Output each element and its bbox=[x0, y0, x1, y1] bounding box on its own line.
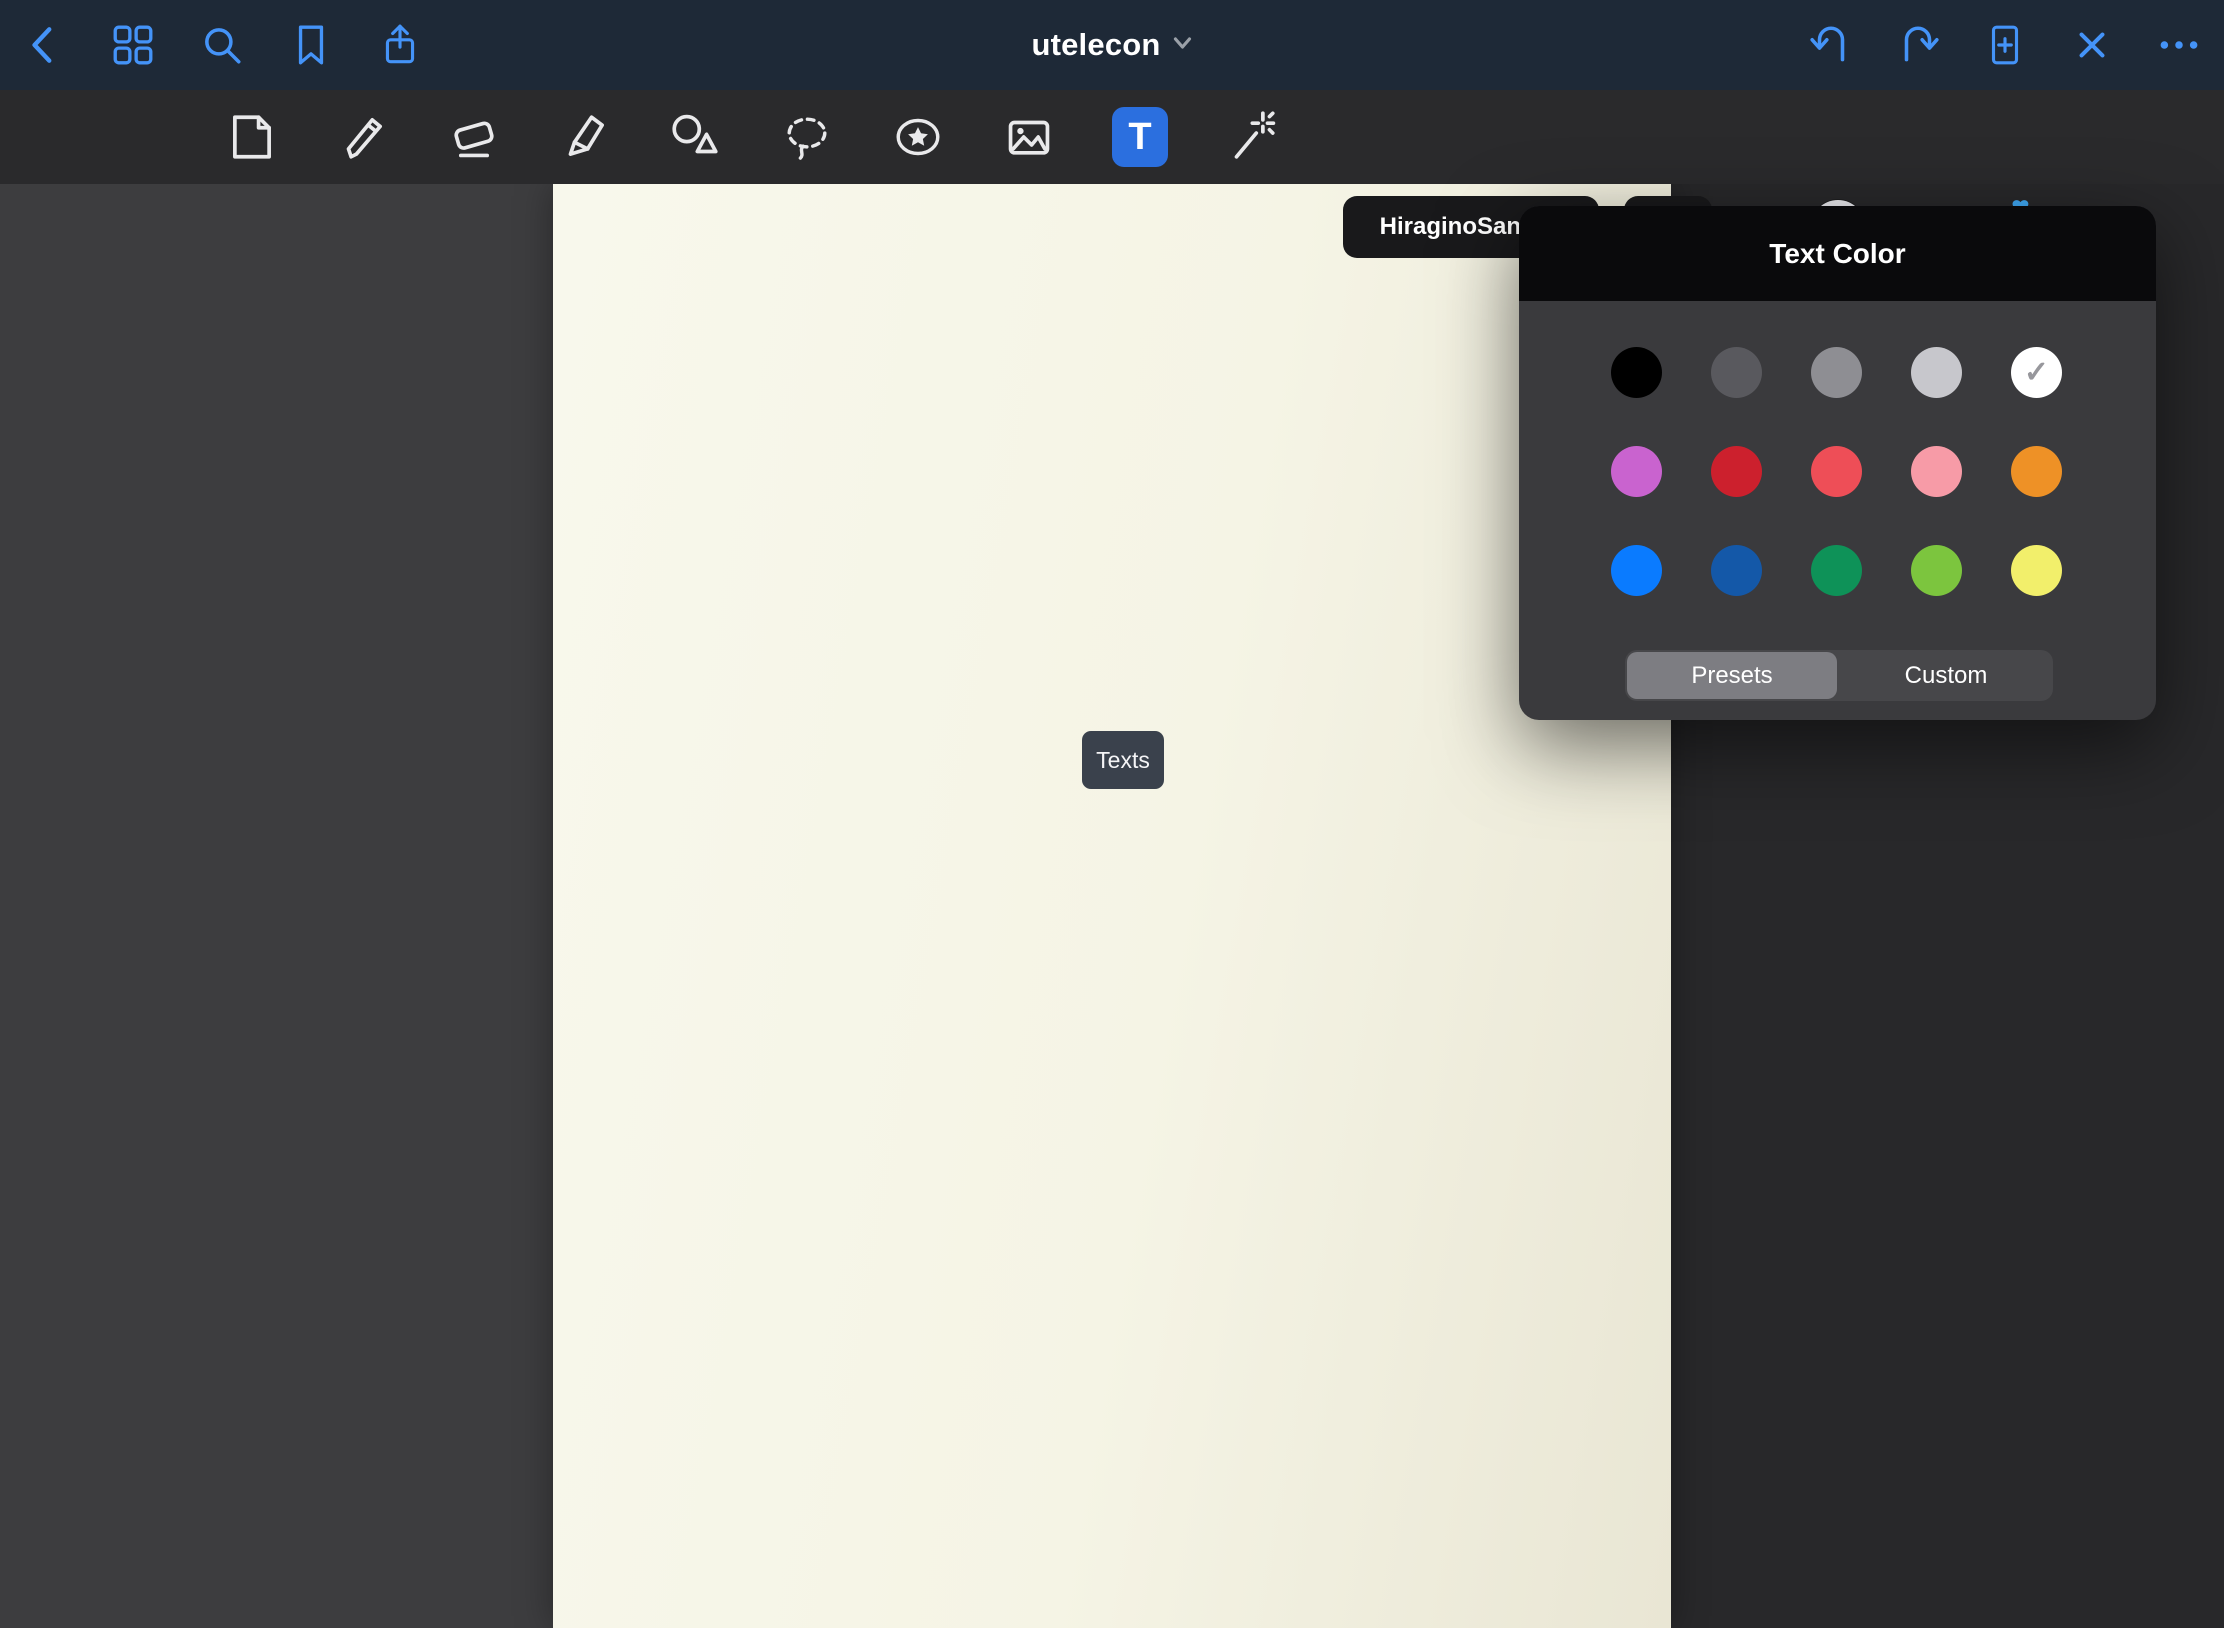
undo-button[interactable] bbox=[1807, 21, 1855, 69]
selected-check-icon: ✓ bbox=[2024, 358, 2049, 388]
swatch-pink[interactable] bbox=[1911, 446, 1962, 497]
document-tool-icon bbox=[223, 108, 281, 166]
bookmark-icon bbox=[288, 22, 334, 68]
nav-right-group bbox=[1807, 0, 2203, 90]
document-title: utelecon bbox=[1031, 27, 1160, 63]
laser-pointer-tool-button[interactable] bbox=[1223, 90, 1279, 184]
tool-group: T bbox=[224, 90, 1279, 184]
back-button[interactable] bbox=[20, 21, 68, 69]
swatch-row bbox=[1611, 545, 2062, 596]
pen-tool-button[interactable] bbox=[335, 90, 391, 184]
swatch-blue[interactable] bbox=[1611, 545, 1662, 596]
top-navigation-bar: utelecon bbox=[0, 0, 2224, 90]
swatch-grid: ✓ bbox=[1611, 347, 2062, 596]
popover-title: Text Color bbox=[1769, 238, 1905, 270]
bookmark-button[interactable] bbox=[287, 21, 335, 69]
shapes-tool-icon bbox=[667, 108, 725, 166]
swatch-dark-red[interactable] bbox=[1711, 446, 1762, 497]
text-tool-button[interactable]: T bbox=[1112, 90, 1168, 184]
title-chevron-down-icon bbox=[1173, 36, 1193, 55]
redo-button[interactable] bbox=[1894, 21, 1942, 69]
swatch-gray[interactable] bbox=[1811, 347, 1862, 398]
swatch-dark-gray[interactable] bbox=[1711, 347, 1762, 398]
lasso-tool-button[interactable] bbox=[779, 90, 835, 184]
lasso-tool-icon bbox=[778, 108, 836, 166]
more-ellipsis-icon bbox=[2156, 22, 2202, 68]
swatch-white[interactable]: ✓ bbox=[2011, 347, 2062, 398]
swatch-dark-blue[interactable] bbox=[1711, 545, 1762, 596]
swatch-red[interactable] bbox=[1811, 446, 1862, 497]
highlighter-tool-button[interactable] bbox=[557, 90, 613, 184]
eraser-tool-icon bbox=[445, 108, 503, 166]
redo-icon bbox=[1895, 22, 1941, 68]
pen-tool-icon bbox=[334, 108, 392, 166]
undo-icon bbox=[1808, 22, 1854, 68]
close-button[interactable] bbox=[2068, 21, 2116, 69]
add-page-icon bbox=[1982, 22, 2028, 68]
popover-header: Text Color bbox=[1519, 206, 2156, 301]
swatch-green[interactable] bbox=[1811, 545, 1862, 596]
presets-custom-segmented: Presets Custom bbox=[1625, 650, 2053, 701]
image-tool-button[interactable] bbox=[1001, 90, 1057, 184]
thumbnails-grid-icon bbox=[110, 22, 156, 68]
highlighter-tool-icon bbox=[556, 108, 614, 166]
search-icon bbox=[199, 22, 245, 68]
swatch-purple[interactable] bbox=[1611, 446, 1662, 497]
eraser-tool-button[interactable] bbox=[446, 90, 502, 184]
share-button[interactable] bbox=[376, 21, 424, 69]
close-icon bbox=[2069, 22, 2115, 68]
image-tool-icon bbox=[1000, 108, 1058, 166]
swatch-orange[interactable] bbox=[2011, 446, 2062, 497]
swatch-black[interactable] bbox=[1611, 347, 1662, 398]
share-icon bbox=[377, 22, 423, 68]
elements-tool-button[interactable] bbox=[890, 90, 946, 184]
goodnotes-app-window: Texts bbox=[0, 0, 2224, 1628]
more-button[interactable] bbox=[2155, 21, 2203, 69]
swatch-yellow[interactable] bbox=[2011, 545, 2062, 596]
presets-tab[interactable]: Presets bbox=[1627, 652, 1837, 699]
document-title-button[interactable]: utelecon bbox=[1031, 0, 1192, 90]
nav-left-group bbox=[20, 0, 424, 90]
custom-tab[interactable]: Custom bbox=[1841, 652, 2051, 699]
laser-pointer-icon bbox=[1222, 108, 1280, 166]
swatch-light-green[interactable] bbox=[1911, 545, 1962, 596]
elements-star-icon bbox=[889, 108, 947, 166]
search-button[interactable] bbox=[198, 21, 246, 69]
tool-toolbar: T HiraginoSans-... 16 bbox=[0, 90, 2224, 184]
swatch-row bbox=[1611, 446, 2062, 497]
selected-text-object[interactable]: Texts bbox=[1082, 731, 1164, 789]
shapes-tool-button[interactable] bbox=[668, 90, 724, 184]
swatch-row: ✓ bbox=[1611, 347, 2062, 398]
back-chevron-icon bbox=[21, 22, 67, 68]
text-color-popover: Text Color ✓ Presets Custom bbox=[1519, 206, 2156, 720]
swatch-light-gray[interactable] bbox=[1911, 347, 1962, 398]
thumbnails-button[interactable] bbox=[109, 21, 157, 69]
text-tool-tile: T bbox=[1112, 107, 1168, 167]
note-page-canvas[interactable]: Texts bbox=[553, 184, 1671, 1628]
add-page-button[interactable] bbox=[1981, 21, 2029, 69]
document-tool-button[interactable] bbox=[224, 90, 280, 184]
